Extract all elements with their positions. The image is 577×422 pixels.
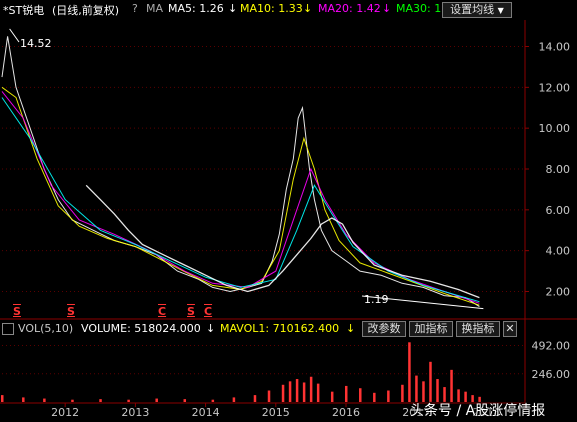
volume-bar <box>267 390 271 402</box>
year-tick-label: 2012 <box>51 406 79 419</box>
price-tick-label: 12.00 <box>539 81 571 94</box>
event-marker-c[interactable]: C <box>204 305 212 318</box>
volume-bar <box>22 397 25 402</box>
volume-bar <box>155 398 158 402</box>
price-tick-label: 14.00 <box>539 41 571 54</box>
volume-bar <box>183 399 187 402</box>
volume-bar <box>436 379 439 402</box>
candlestick-chart: 2.00 4.00 6.00 8.00 10.00 12.00 14.00 246.00 492… <box>0 20 577 419</box>
volume-bar <box>71 399 74 402</box>
volume-header: VOL(5,10) VOLUME: 518024.000 ↓ MAVOL1: 7… <box>0 320 577 338</box>
volume-bar <box>302 382 306 402</box>
volume-bar <box>281 384 285 402</box>
volume-bar <box>450 369 453 402</box>
volume-bar <box>43 398 46 402</box>
volume-value: VOLUME: 518024.000 <box>81 322 201 335</box>
ma-line-ma10 <box>1 86 480 306</box>
year-tick-label: 2016 <box>332 406 360 419</box>
price-tick-label: 8.00 <box>546 163 571 176</box>
high-pointer-arrow <box>9 28 20 43</box>
volume-bar <box>373 392 376 402</box>
volume-bar <box>288 381 292 402</box>
ma-line-ma5 <box>1 36 480 308</box>
close-icon[interactable]: ✕ <box>503 321 517 337</box>
volume-bar <box>99 399 102 402</box>
year-tick-label: 2014 <box>192 406 220 419</box>
year-tick-label: 2013 <box>121 406 149 419</box>
volume-bar <box>232 397 236 402</box>
volume-bar <box>211 399 215 402</box>
volume-bar <box>359 388 362 402</box>
volume-bar <box>408 342 411 402</box>
ma-line-ma30 <box>1 97 480 303</box>
volume-tick-label: 246.00 <box>532 368 571 381</box>
change-params-button[interactable]: 改参数 <box>362 321 406 337</box>
add-indicator-button[interactable]: 加指标 <box>409 321 453 337</box>
ma-line-ma250 <box>85 184 480 299</box>
event-marker-s[interactable]: S <box>187 305 195 318</box>
price-tick-label: 2.00 <box>546 286 571 299</box>
volume-bar <box>1 395 4 402</box>
volume-bar <box>309 376 313 402</box>
price-tick-label: 10.00 <box>539 122 571 135</box>
vol-label: VOL(5,10) <box>18 322 74 335</box>
event-marker-s[interactable]: S <box>13 305 21 318</box>
low-price-label: 1.19 <box>364 293 389 306</box>
collapse-icon[interactable] <box>2 323 14 335</box>
volume-bar <box>127 399 130 402</box>
volume-bar <box>401 384 404 402</box>
volume-bar <box>295 379 299 402</box>
switch-indicator-button[interactable]: 换指标 <box>456 321 500 337</box>
volume-bar <box>387 390 390 402</box>
volume-bar <box>330 391 334 402</box>
mavol-arrow-icon: ↓ <box>346 322 356 335</box>
price-tick-label: 6.00 <box>546 204 571 217</box>
volume-bar <box>253 395 257 402</box>
event-marker-c[interactable]: C <box>158 305 166 318</box>
mavol-value: MAVOL1: 710162.400 <box>220 322 340 335</box>
ma-line-ma20 <box>1 91 480 304</box>
volume-arrow-icon: ↓ <box>206 322 216 335</box>
watermark: 头条号 / A股涨停情报 <box>410 403 546 419</box>
volume-bar <box>415 375 418 402</box>
price-tick-label: 4.00 <box>546 245 571 258</box>
event-marker-s[interactable]: S <box>67 305 75 318</box>
high-price-label: 14.52 <box>20 37 52 50</box>
year-tick-label: 2015 <box>262 406 290 419</box>
volume-tick-label: 492.00 <box>532 340 571 353</box>
volume-bar <box>429 361 432 402</box>
volume-bar <box>344 385 348 402</box>
volume-bar <box>422 381 425 402</box>
volume-bar <box>316 383 320 402</box>
